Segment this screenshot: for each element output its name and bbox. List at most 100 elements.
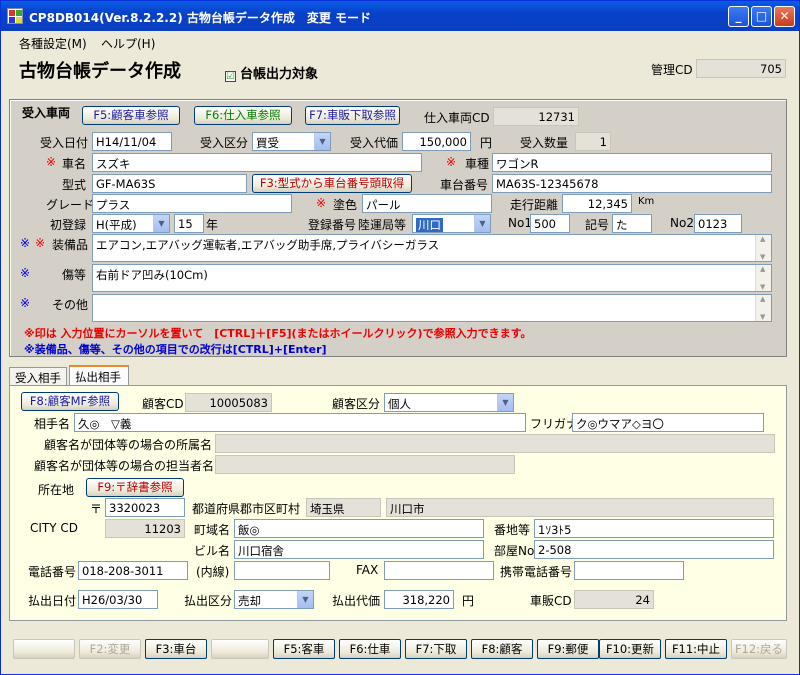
f8-button[interactable]: F8:顧客 [471,639,533,659]
f6-button[interactable]: F6:仕車 [339,639,401,659]
model-label: 型式 [62,178,87,192]
reg-office-select-value: 川口 [416,218,443,232]
pay-kubun-label: 払出区分 [184,594,233,608]
fax-field[interactable] [384,561,494,580]
f11-button[interactable]: F11:中止 [665,639,727,659]
chassis-field[interactable]: MA63S-12345678 [492,174,772,193]
mileage-field[interactable]: 12,345 [562,194,632,213]
purchase-cd-field: 12731 [493,107,579,126]
zip-field[interactable]: 3320023 [105,498,185,517]
customer-name-field[interactable]: 久◎ ▽義 [74,413,526,432]
f8-customer-mf-button[interactable]: F8:顧客MF参照 [21,392,119,411]
room-field[interactable]: 2-508 [534,540,774,559]
tab-receive[interactable]: 受入相手 [9,367,67,385]
scrollbar[interactable] [755,265,771,291]
no2-label: No2 [670,216,694,230]
pay-price-field[interactable]: 318,220 [384,590,454,609]
f5-customer-car-button[interactable]: F5:顧客車参照 [82,106,180,125]
qty-field: 1 [575,132,611,151]
required-mark-blue: ※ [20,236,31,250]
date-field[interactable]: H14/11/04 [92,132,172,151]
pref-label: 都道府県郡市区町村 [192,502,301,516]
customer-kubun-value: 個人 [388,397,411,411]
tab-payout[interactable]: 払出相手 [69,365,129,385]
naisen-label: (内線) [196,565,230,579]
sale-cd-field: 24 [574,590,654,609]
pay-date-field[interactable]: H26/03/30 [78,590,158,609]
naisen-field[interactable] [234,561,330,580]
f6-purchase-car-button[interactable]: F6:仕入車参照 [194,106,292,125]
required-mark-blue: ※ [20,296,31,310]
price-label: 受入代価 [350,136,399,150]
menu-settings[interactable]: 各種設定(M) [19,35,87,52]
f9-button[interactable]: F9:郵便 [537,639,599,659]
customer-kubun-select[interactable]: 個人 ▼ [384,393,514,412]
town-label: 町域名 [194,523,231,537]
chevron-down-icon[interactable]: ▼ [474,215,490,232]
type-select[interactable]: 買受 ▼ [252,132,331,151]
other-label: その他 [52,298,89,312]
customer-cd-field: 10005083 [185,393,272,412]
banchi-field[interactable]: 1ｿ3ﾄ5 [534,519,774,538]
no2-field[interactable]: 0123 [694,214,742,233]
f4-button-empty[interactable] [211,639,269,659]
ledger-checkbox[interactable]: ☑ 台帳出力対象 [225,63,318,82]
pay-kubun-select[interactable]: 売却 ▼ [234,590,314,609]
f3-button[interactable]: F3:車台 [145,639,207,659]
maximize-button[interactable]: □ [751,6,772,27]
grade-field[interactable]: プラス [92,194,292,213]
tel-field[interactable]: 018-208-3011 [78,561,188,580]
bldg-field[interactable]: 川口宿舎 [234,540,484,559]
close-button[interactable]: ✕ [774,6,795,27]
model-field[interactable]: GF-MA63S [92,174,247,193]
type-label: 受入区分 [200,136,249,150]
scrollbar[interactable] [755,295,771,321]
chevron-down-icon[interactable]: ▼ [314,133,330,150]
damage-textarea[interactable]: 右前ドア凹み(10Cm) [92,264,772,292]
f5-button[interactable]: F5:客車 [273,639,335,659]
chevron-down-icon[interactable]: ▼ [153,215,169,232]
pay-date-label: 払出日付 [28,594,77,608]
f7-tradein-button[interactable]: F7:車販下取参照 [305,106,400,125]
price-field[interactable]: 150,000 [402,132,471,151]
pay-price-unit: 円 [462,594,475,608]
kigo-field[interactable]: た [612,214,652,233]
pay-price-label: 払出代価 [332,594,381,608]
other-textarea[interactable] [92,294,772,322]
chevron-down-icon[interactable]: ▼ [497,394,513,411]
body-field[interactable]: ワゴンR [492,153,772,172]
minimize-button[interactable]: _ [728,6,749,27]
era-select[interactable]: H(平成) ▼ [92,214,170,233]
main-window: CP8DB014(Ver.8.2.2.2) 古物台帳データ作成 変更 モード _… [0,0,800,675]
no1-label: No1 [508,216,532,230]
f12-button[interactable]: F12:戻る [731,639,787,659]
f2-button[interactable]: F2:変更 [79,639,141,659]
f3-model-chassis-button[interactable]: F3:型式から車台番号頭取得 [252,174,412,193]
required-mark-blue: ※ [20,266,31,280]
citycd-label: CITY CD [30,521,79,535]
no1-field[interactable]: 500 [530,214,570,233]
f1-button-empty[interactable] [13,639,75,659]
pref-field: 埼玉県 [306,498,381,517]
year-field[interactable]: 15 [174,214,204,233]
equip-text: エアコン,エアバッグ運転者,エアバッグ助手席,プライバシーガラス [96,238,440,252]
color-field[interactable]: パール [362,194,492,213]
maker-field[interactable]: スズキ [92,153,422,172]
scrollbar[interactable] [755,235,771,261]
equip-textarea[interactable]: エアコン,エアバッグ運転者,エアバッグ助手席,プライバシーガラス [92,234,772,262]
org-field [215,434,775,453]
checkbox-icon[interactable]: ☑ [225,71,236,82]
mileage-unit: Km [638,196,655,207]
kana-field[interactable]: ク◎ウマア◇ヨ〇 [572,413,764,432]
reg-office-select[interactable]: 川口 ▼ [412,214,491,233]
f9-zip-dict-button[interactable]: F9:〒辞書参照 [86,478,184,497]
f10-button[interactable]: F10:更新 [599,639,661,659]
chevron-down-icon[interactable]: ▼ [297,591,313,608]
menu-help[interactable]: ヘルプ(H) [101,35,155,52]
equip-label: 装備品 [52,238,89,252]
f7-button[interactable]: F7:下取 [405,639,467,659]
mobile-field[interactable] [574,561,684,580]
type-select-value: 買受 [256,136,279,150]
town-field[interactable]: 飯◎ [234,519,484,538]
room-label: 部屋No [494,544,535,558]
